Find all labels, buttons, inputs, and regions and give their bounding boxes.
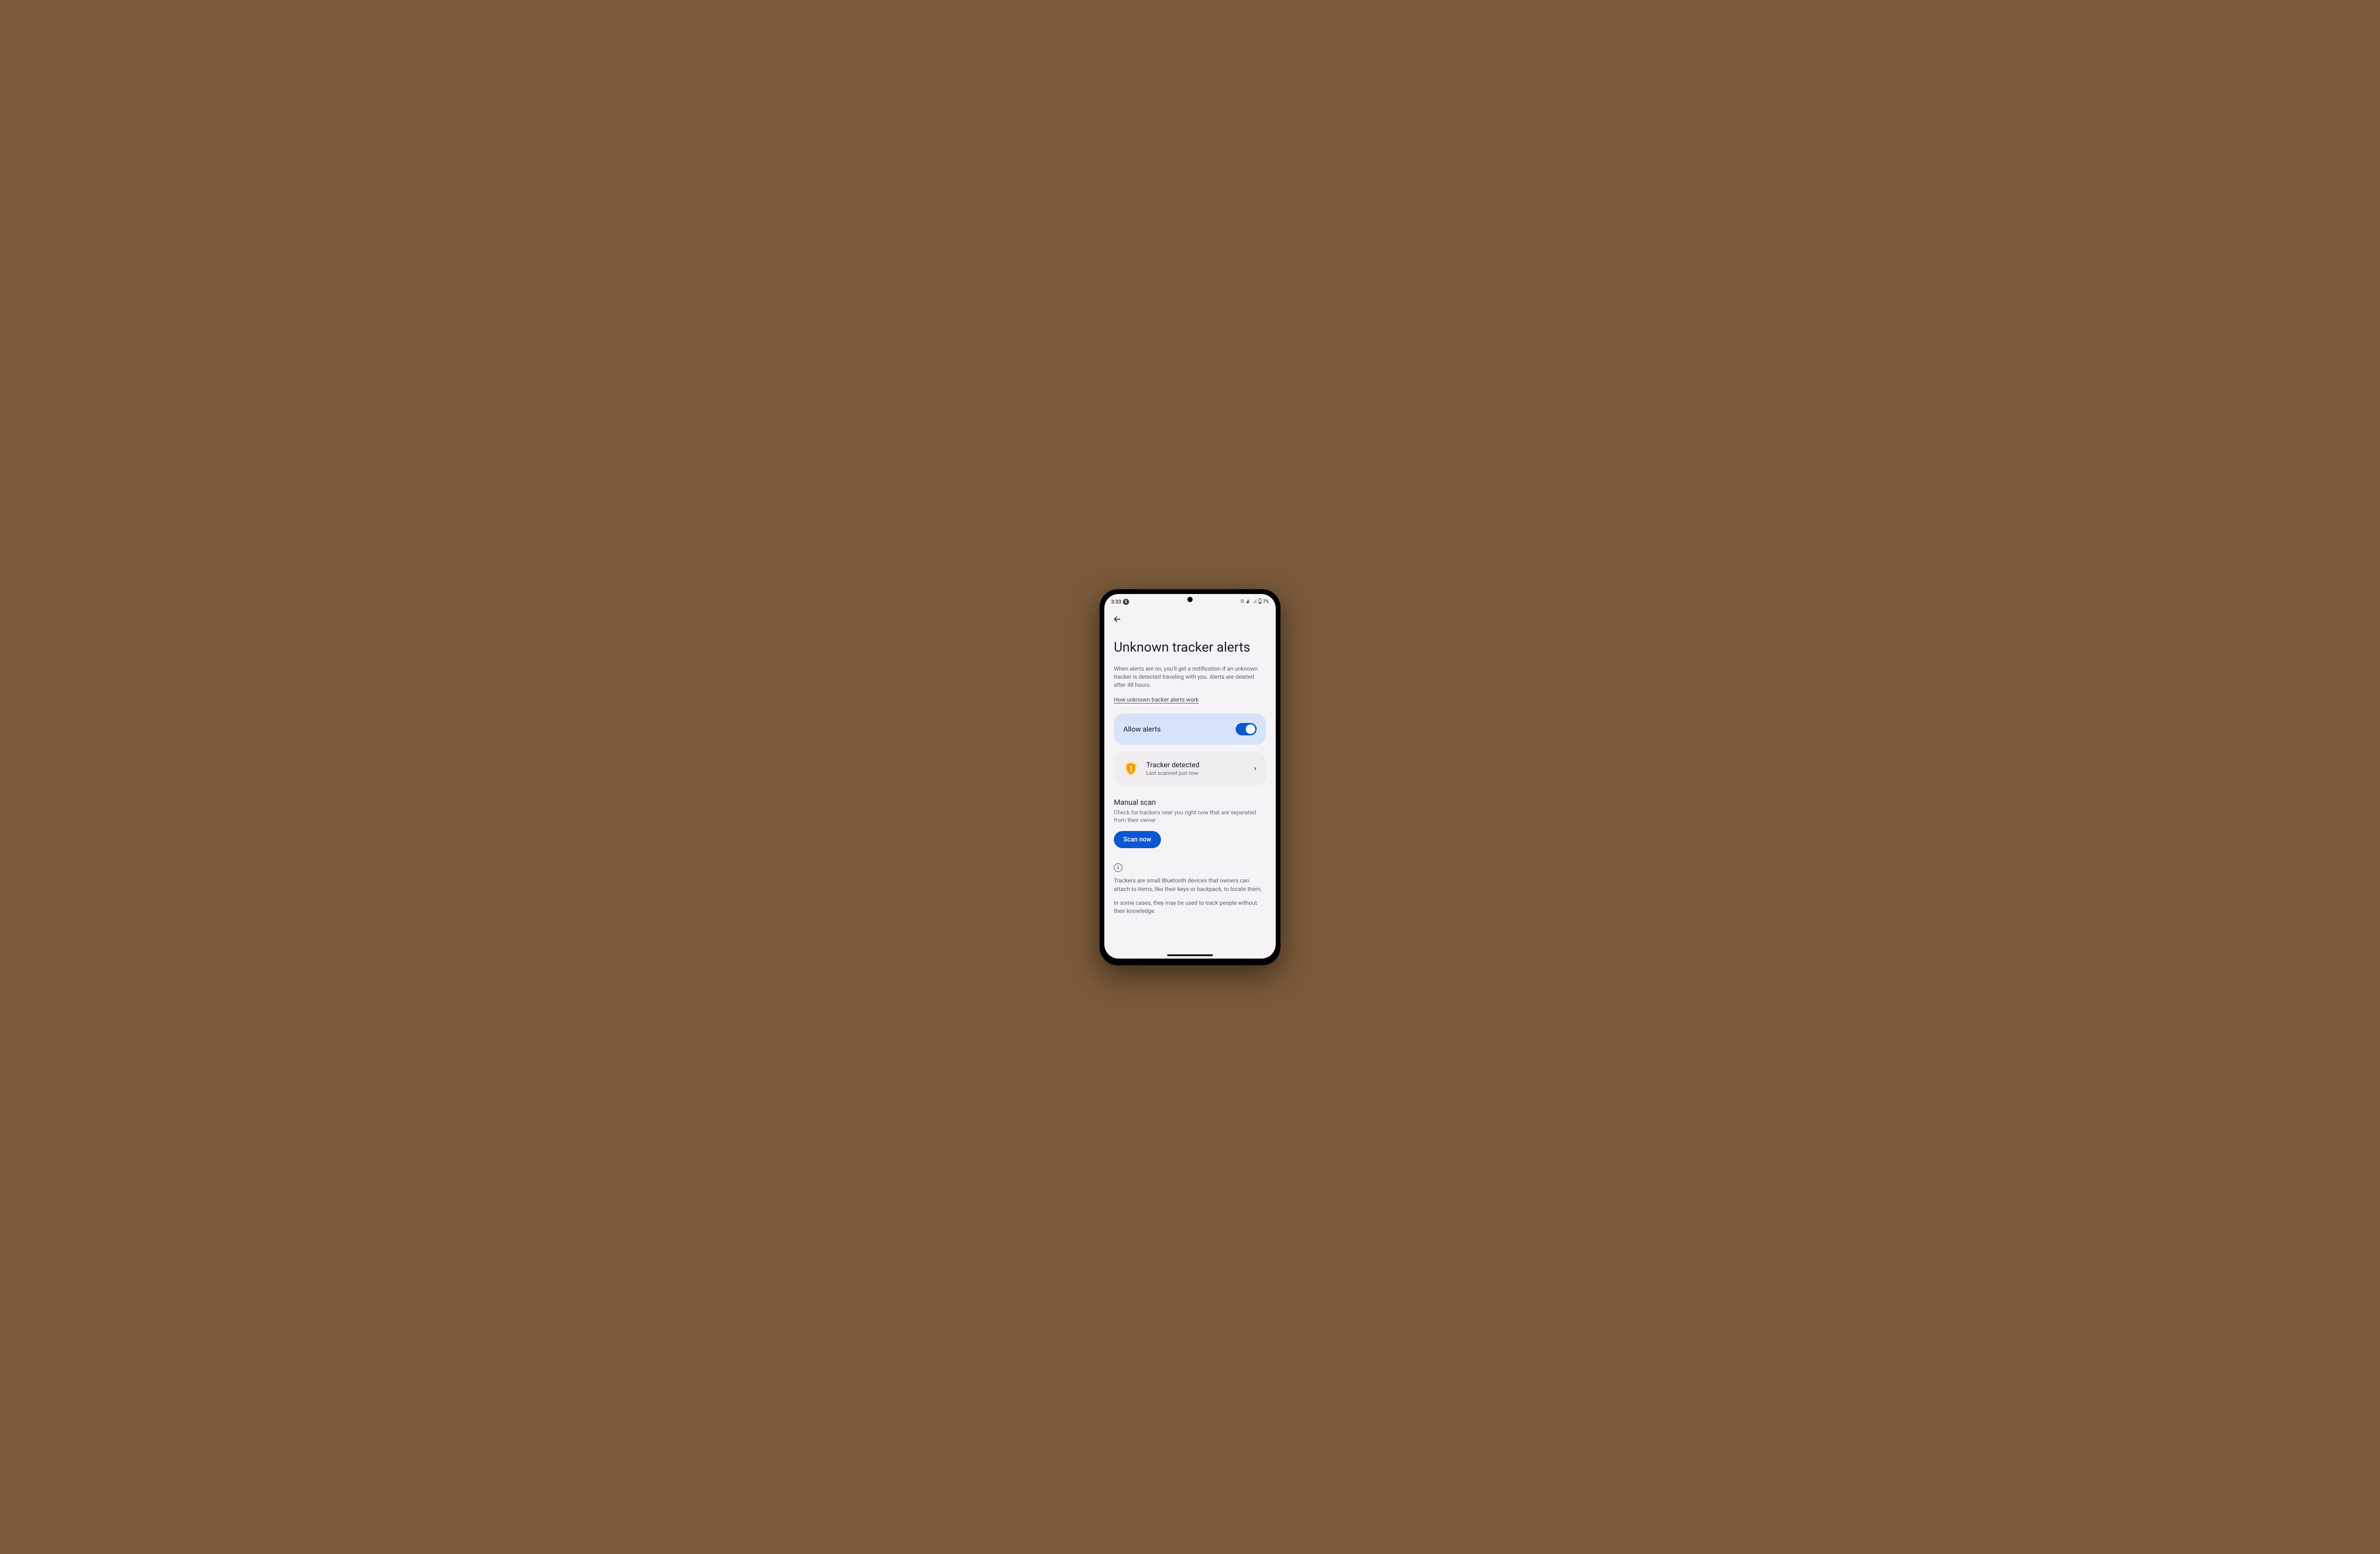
info-paragraph-1: Trackers are small Bluetooth devices tha… [1114,877,1266,893]
scan-now-button[interactable]: Scan now [1114,831,1161,848]
alarm-icon [1240,599,1245,605]
allow-alerts-toggle[interactable] [1236,723,1257,735]
battery-percent: 7% [1263,599,1269,604]
manual-scan-title: Manual scan [1114,798,1266,807]
phone-frame: 3:33 5 7% [1100,589,1280,965]
screen: 3:33 5 7% [1104,594,1276,959]
tracker-detected-title: Tracker detected [1146,761,1246,769]
tracker-detected-card[interactable]: Tracker detected Last scanned just now [1114,752,1266,786]
content-area: Unknown tracker alerts When alerts are o… [1104,626,1276,959]
tracker-detected-subtitle: Last scanned just now [1146,770,1246,776]
how-it-works-link[interactable]: How unknown tracker alerts work [1114,696,1199,703]
chevron-right-icon [1253,765,1258,772]
wifi-bar-icon [1246,599,1251,605]
notification-count-badge: 5 [1123,599,1129,605]
status-left: 3:33 5 [1111,599,1129,605]
page-title: Unknown tracker alerts [1114,639,1266,655]
battery-icon [1258,598,1262,605]
shield-alert-icon [1122,760,1140,777]
info-paragraph-2: In some cases, they may be used to track… [1114,899,1266,916]
back-button[interactable] [1112,614,1122,624]
manual-scan-subtitle: Check for trackers near you right now th… [1114,809,1266,825]
gesture-nav-handle[interactable] [1167,954,1213,956]
status-time: 3:33 [1111,599,1121,605]
status-right: 7% [1240,598,1269,605]
allow-alerts-card: Allow alerts [1114,713,1266,745]
front-camera-hole [1188,597,1193,602]
app-bar [1104,607,1276,626]
tracker-detected-text: Tracker detected Last scanned just now [1146,761,1246,776]
info-icon: i [1114,863,1122,872]
signal-icon [1252,599,1257,605]
page-description: When alerts are on, you'll get a notific… [1114,665,1266,690]
allow-alerts-label: Allow alerts [1123,725,1161,733]
